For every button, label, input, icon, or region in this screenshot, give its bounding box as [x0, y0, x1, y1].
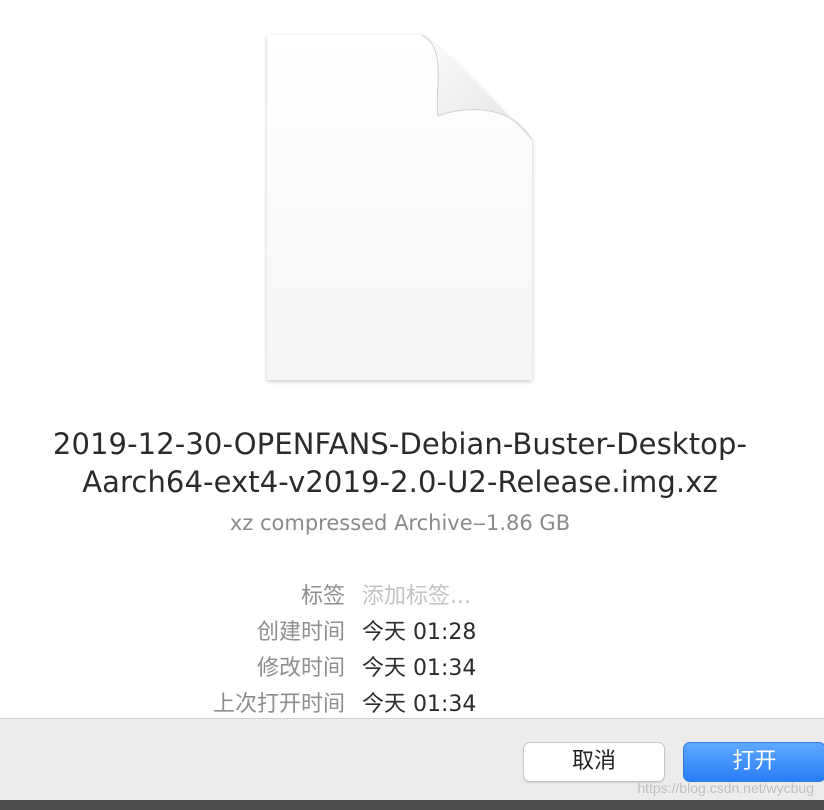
created-value: 今天 01:28 [362, 620, 477, 645]
metadata-row-modified: 修改时间 今天 01:34 [0, 651, 824, 687]
watermark-text: https://blog.csdn.net/wycbug [637, 780, 814, 796]
tags-label: 标签 [300, 584, 345, 609]
metadata-row-created: 创建时间 今天 01:28 [0, 615, 824, 651]
file-kind-and-size: xz compressed Archive‒1.86 GB [229, 511, 571, 535]
open-button[interactable]: 打开 [683, 742, 824, 782]
modified-value: 今天 01:34 [362, 656, 477, 681]
file-preview-pane: 2019-12-30-OPENFANS-Debian-Buster-Deskto… [0, 0, 824, 718]
background-window-strip [0, 800, 824, 810]
metadata-row-tags: 标签 添加标签... [0, 579, 824, 615]
cancel-button[interactable]: 取消 [523, 742, 665, 782]
file-name-line-2: Aarch64-ext4-v2019-2.0-U2-Release.img.xz [82, 465, 718, 499]
created-label: 创建时间 [256, 620, 345, 645]
document-icon [267, 34, 533, 380]
modified-label: 修改时间 [256, 656, 345, 681]
add-tags-field[interactable]: 添加标签... [362, 579, 471, 615]
file-name-line-1: 2019-12-30-OPENFANS-Debian-Buster-Deskto… [52, 427, 748, 461]
